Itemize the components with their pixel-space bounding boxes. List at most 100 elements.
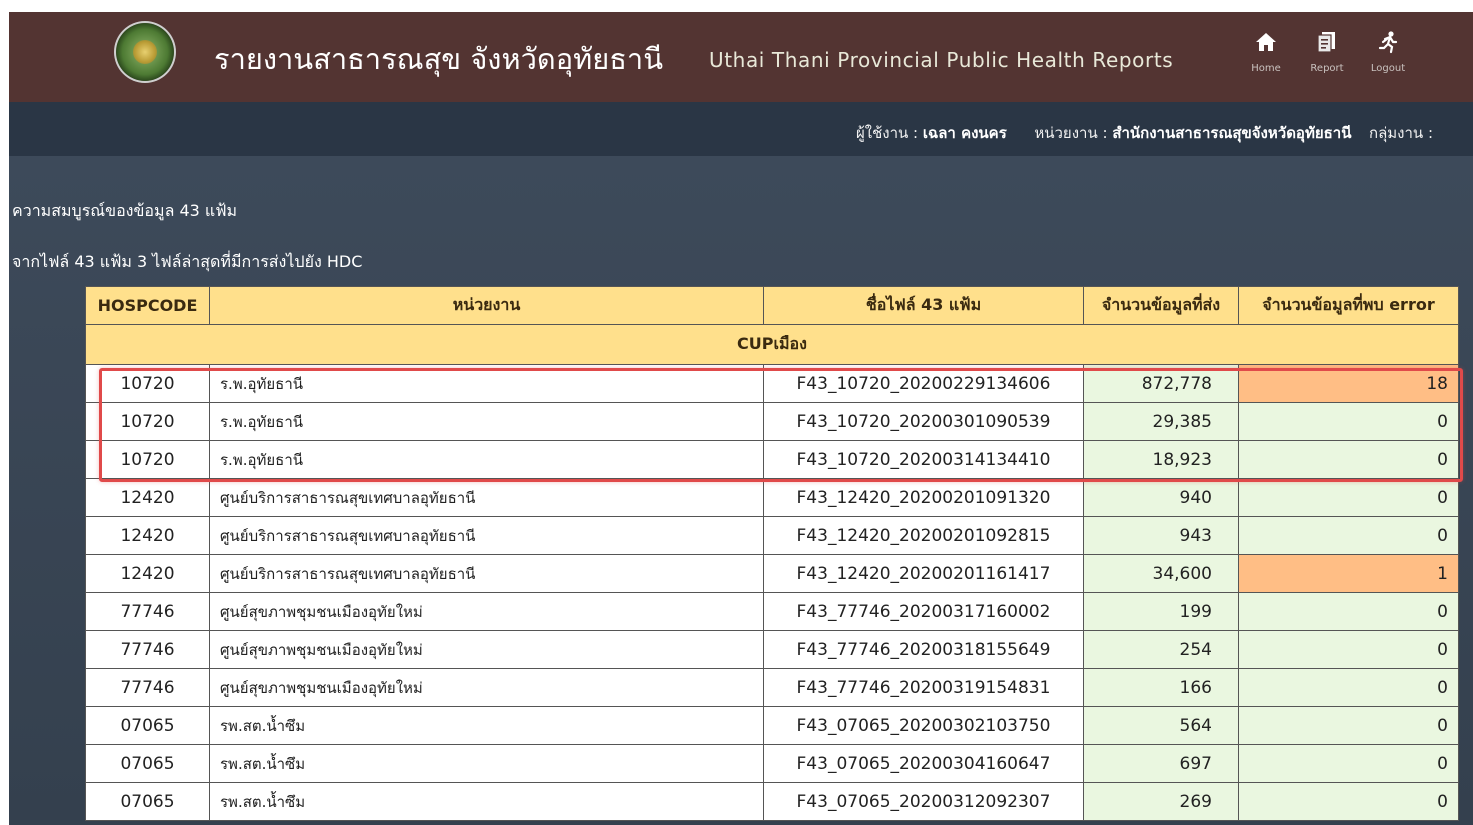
table-body: CUPเมือง 10720 ร.พ.อุทัยธานี F43_10720_202…	[85, 324, 1459, 821]
user-info: ผู้ใช้งาน : เฉลา คงนคร หน่วยงาน : สำนักง…	[856, 121, 1433, 145]
table-row: 77746 ศูนย์สุขภาพชุมชนเมืองอุทัยใหม่ F43_7…	[85, 668, 1459, 707]
table-row: 12420 ศูนย์บริการสาธารณสุขเทศบาลอุทัยธานี…	[85, 554, 1459, 593]
cell-error-count: 0	[1238, 668, 1459, 707]
col-header-error-count: จำนวนข้อมูลที่พบ error	[1238, 286, 1459, 325]
cell-filename: F43_10720_20200314134410	[763, 440, 1084, 479]
cell-hospcode: 77746	[85, 592, 210, 631]
user-label: ผู้ใช้งาน :	[855, 124, 919, 142]
group-row: CUPเมือง	[85, 324, 1459, 365]
cell-error-count: 1	[1238, 554, 1459, 593]
cell-hospcode: 10720	[85, 364, 210, 403]
table-row: 10720 ร.พ.อุทัยธานี F43_10720_202002291346…	[85, 364, 1459, 403]
cell-sent-count: 940	[1083, 478, 1239, 517]
cell-hospcode: 10720	[85, 440, 210, 479]
ministry-logo	[116, 23, 174, 81]
nav-report-button[interactable]: Report	[1303, 30, 1351, 82]
cell-unit: ศูนย์สุขภาพชุมชนเมืองอุทัยใหม่	[209, 668, 764, 707]
cell-sent-count: 564	[1083, 706, 1239, 745]
cell-error-count: 0	[1238, 744, 1459, 783]
unit-label: หน่วยงาน :	[1034, 124, 1108, 142]
nav-report-label: Report	[1310, 63, 1344, 74]
col-header-unit: หน่วยงาน	[209, 286, 764, 325]
site-title-english: Uthai Thani Provincial Public Health Rep…	[709, 48, 1174, 72]
table-row: 07065 รพ.สต.น้ำซึม F43_07065_2020031209230…	[85, 782, 1459, 821]
cell-sent-count: 34,600	[1083, 554, 1239, 593]
cell-error-count: 18	[1238, 364, 1459, 403]
cell-sent-count: 18,923	[1083, 440, 1239, 479]
cell-filename: F43_12420_20200201161417	[763, 554, 1084, 593]
cell-error-count: 0	[1238, 516, 1459, 555]
cell-unit: รพ.สต.น้ำซึม	[209, 706, 764, 745]
cell-unit: ร.พ.อุทัยธานี	[209, 440, 764, 479]
cell-hospcode: 12420	[85, 516, 210, 555]
cell-unit: ศูนย์บริการสาธารณสุขเทศบาลอุทัยธานี	[209, 516, 764, 555]
cell-unit: ร.พ.อุทัยธานี	[209, 402, 764, 441]
user-name: เฉลา คงนคร	[922, 124, 1007, 142]
unit-name: สำนักงานสาธารณสุขจังหวัดอุทัยธานี	[1112, 124, 1352, 142]
cell-error-count: 0	[1238, 440, 1459, 479]
nav-home-label: Home	[1251, 63, 1281, 74]
cell-error-count: 0	[1238, 630, 1459, 669]
cell-unit: ร.พ.อุทัยธานี	[209, 364, 764, 403]
page-subtitle: จากไฟล์ 43 แฟ้ม 3 ไฟล์ล่าสุดที่มีการส่งไ…	[12, 252, 363, 271]
cell-sent-count: 199	[1083, 592, 1239, 631]
table-row: 07065 รพ.สต.น้ำซึม F43_07065_2020030210375…	[85, 706, 1459, 745]
user-info-bar: ผู้ใช้งาน : เฉลา คงนคร หน่วยงาน : สำนักง…	[9, 102, 1473, 156]
table-row: 77746 ศูนย์สุขภาพชุมชนเมืองอุทัยใหม่ F43_7…	[85, 630, 1459, 669]
logout-icon	[1364, 30, 1412, 61]
cell-unit: ศูนย์สุขภาพชุมชนเมืองอุทัยใหม่	[209, 592, 764, 631]
cell-filename: F43_77746_20200319154831	[763, 668, 1084, 707]
cell-filename: F43_12420_20200201091320	[763, 478, 1084, 517]
cell-filename: F43_07065_20200312092307	[763, 782, 1084, 821]
cell-filename: F43_12420_20200201092815	[763, 516, 1084, 555]
cell-filename: F43_07065_20200304160647	[763, 744, 1084, 783]
site-header: รายงานสาธารณสุข จังหวัดอุทัยธานี Uthai T…	[9, 12, 1473, 102]
cell-unit: ศูนย์บริการสาธารณสุขเทศบาลอุทัยธานี	[209, 478, 764, 517]
table-row: 77746 ศูนย์สุขภาพชุมชนเมืองอุทัยใหม่ F43_7…	[85, 592, 1459, 631]
cell-sent-count: 872,778	[1083, 364, 1239, 403]
cell-sent-count: 269	[1083, 782, 1239, 821]
cell-sent-count: 166	[1083, 668, 1239, 707]
screenshot-frame: รายงานสาธารณสุข จังหวัดอุทัยธานี Uthai T…	[0, 0, 1473, 825]
main-content: ความสมบูรณ์ของข้อมูล 43 แฟ้ม จากไฟล์ 43 …	[9, 156, 1473, 825]
nav-logout-button[interactable]: Logout	[1364, 30, 1412, 82]
group-label: กลุ่มงาน :	[1369, 124, 1433, 142]
nav-home-button[interactable]: Home	[1242, 30, 1290, 82]
data-table: HOSPCODE หน่วยงาน ชื่อไฟล์ 43 แฟ้ม จำนวน…	[85, 286, 1459, 821]
table-row: 10720 ร.พ.อุทัยธานี F43_10720_202003141344…	[85, 440, 1459, 479]
cell-hospcode: 07065	[85, 782, 210, 821]
table-row: 12420 ศูนย์บริการสาธารณสุขเทศบาลอุทัยธานี…	[85, 478, 1459, 517]
cell-hospcode: 07065	[85, 744, 210, 783]
page-title: ความสมบูรณ์ของข้อมูล 43 แฟ้ม	[12, 201, 238, 220]
cell-filename: F43_10720_20200229134606	[763, 364, 1084, 403]
cell-hospcode: 12420	[85, 478, 210, 517]
table-row: 10720 ร.พ.อุทัยธานี F43_10720_202003010905…	[85, 402, 1459, 441]
app-window: รายงานสาธารณสุข จังหวัดอุทัยธานี Uthai T…	[9, 12, 1473, 825]
col-header-sent-count: จำนวนข้อมูลที่ส่ง	[1083, 286, 1239, 325]
report-icon	[1303, 30, 1351, 61]
table-row: 12420 ศูนย์บริการสาธารณสุขเทศบาลอุทัยธานี…	[85, 516, 1459, 555]
cell-error-count: 0	[1238, 402, 1459, 441]
cell-hospcode: 77746	[85, 630, 210, 669]
table-row: 07065 รพ.สต.น้ำซึม F43_07065_2020030416064…	[85, 744, 1459, 783]
cell-sent-count: 943	[1083, 516, 1239, 555]
col-header-hospcode: HOSPCODE	[85, 286, 210, 325]
cell-filename: F43_10720_20200301090539	[763, 402, 1084, 441]
cell-error-count: 0	[1238, 592, 1459, 631]
table-header-row: HOSPCODE หน่วยงาน ชื่อไฟล์ 43 แฟ้ม จำนวน…	[85, 286, 1459, 325]
nav-logout-label: Logout	[1370, 63, 1406, 74]
cell-error-count: 0	[1238, 478, 1459, 517]
cell-filename: F43_77746_20200318155649	[763, 630, 1084, 669]
cell-filename: F43_07065_20200302103750	[763, 706, 1084, 745]
cell-hospcode: 10720	[85, 402, 210, 441]
cell-unit: รพ.สต.น้ำซึม	[209, 782, 764, 821]
col-header-filename: ชื่อไฟล์ 43 แฟ้ม	[763, 286, 1084, 325]
cell-sent-count: 29,385	[1083, 402, 1239, 441]
home-icon	[1242, 30, 1290, 61]
cell-unit: ศูนย์สุขภาพชุมชนเมืองอุทัยใหม่	[209, 630, 764, 669]
cell-error-count: 0	[1238, 782, 1459, 821]
cell-unit: รพ.สต.น้ำซึม	[209, 744, 764, 783]
cell-unit: ศูนย์บริการสาธารณสุขเทศบาลอุทัยธานี	[209, 554, 764, 593]
cell-hospcode: 07065	[85, 706, 210, 745]
cell-filename: F43_77746_20200317160002	[763, 592, 1084, 631]
